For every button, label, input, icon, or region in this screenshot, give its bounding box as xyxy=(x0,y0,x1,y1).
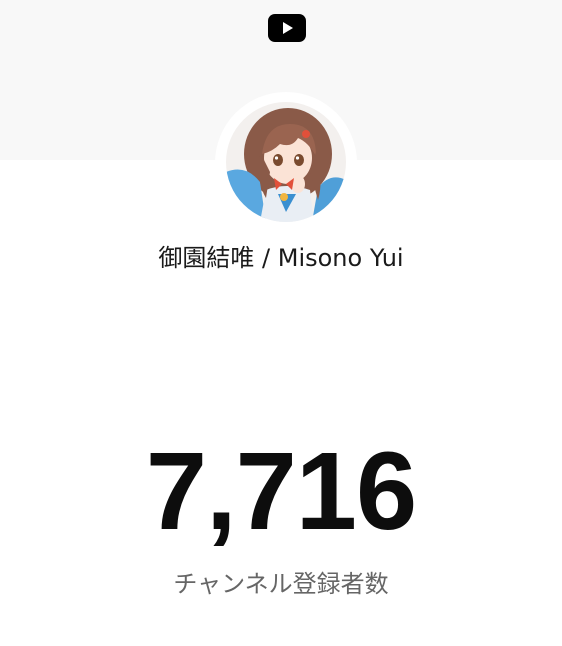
youtube-play-icon[interactable] xyxy=(268,14,306,42)
channel-avatar[interactable] xyxy=(226,102,346,222)
channel-avatar-illustration-icon xyxy=(226,102,346,222)
page: 御園結唯 / Misono Yui 7,716 チャンネル登録者数 xyxy=(0,0,562,646)
channel-name[interactable]: 御園結唯 / Misono Yui xyxy=(0,240,562,276)
subscriber-count: 7,716 xyxy=(145,430,417,553)
subscriber-count-label: チャンネル登録者数 xyxy=(173,570,389,598)
